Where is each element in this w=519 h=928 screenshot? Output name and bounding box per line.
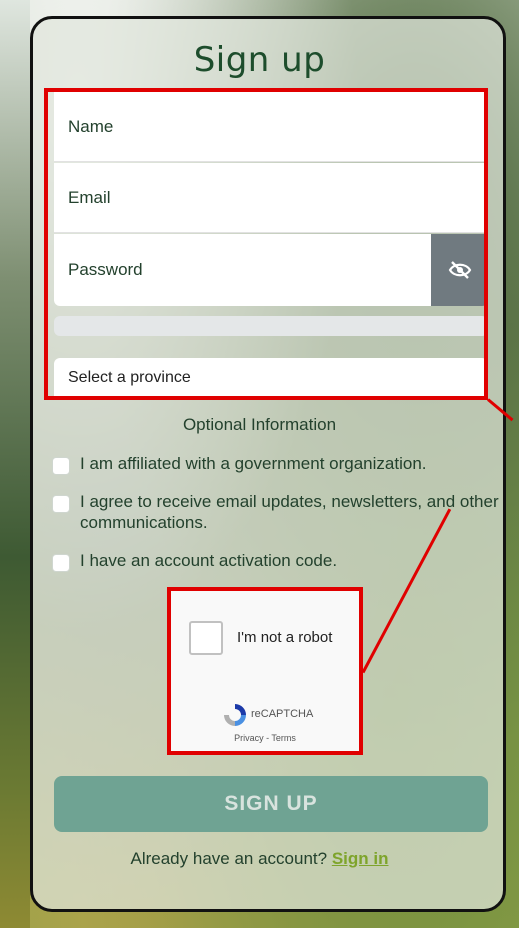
recaptcha-brand: reCAPTCHA xyxy=(251,708,314,720)
checkbox[interactable] xyxy=(52,457,70,475)
option-government[interactable]: I am affiliated with a government organi… xyxy=(52,453,427,475)
signin-link[interactable]: Sign in xyxy=(332,849,389,868)
province-placeholder: Select a province xyxy=(68,369,191,386)
password-placeholder: Password xyxy=(68,260,143,279)
recaptcha-checkbox[interactable] xyxy=(189,621,223,655)
eye-off-icon xyxy=(448,261,471,279)
signin-prompt: Already have an account? Sign in xyxy=(0,849,519,869)
recaptcha-links[interactable]: Privacy - Terms xyxy=(171,733,359,743)
background-left-strip xyxy=(0,0,30,928)
signup-button[interactable]: SIGN UP xyxy=(54,776,488,832)
province-select[interactable]: Select a province xyxy=(54,358,488,398)
name-field[interactable]: Name xyxy=(54,92,488,162)
recaptcha-widget: I'm not a robot reCAPTCHA Privacy - Term… xyxy=(167,587,363,755)
option-label: I have an account activation code. xyxy=(80,551,338,570)
email-field[interactable]: Email xyxy=(54,163,488,233)
password-field[interactable]: Password xyxy=(54,234,431,306)
checkbox[interactable] xyxy=(52,554,70,572)
signin-prompt-text: Already have an account? xyxy=(130,849,328,868)
password-strength-bar xyxy=(54,316,488,336)
recaptcha-label: I'm not a robot xyxy=(237,629,333,646)
name-placeholder: Name xyxy=(68,116,114,136)
recaptcha-logo-icon xyxy=(224,704,246,726)
page-title: Sign up xyxy=(193,40,326,80)
option-email-updates[interactable]: I agree to receive email updates, newsle… xyxy=(52,491,502,533)
checkbox[interactable] xyxy=(52,495,70,513)
option-activation-code[interactable]: I have an account activation code. xyxy=(52,550,337,572)
email-placeholder: Email xyxy=(68,187,111,207)
optional-info-heading: Optional Information xyxy=(182,415,337,434)
password-visibility-toggle[interactable] xyxy=(431,234,488,306)
option-label: I am affiliated with a government organi… xyxy=(80,454,427,473)
